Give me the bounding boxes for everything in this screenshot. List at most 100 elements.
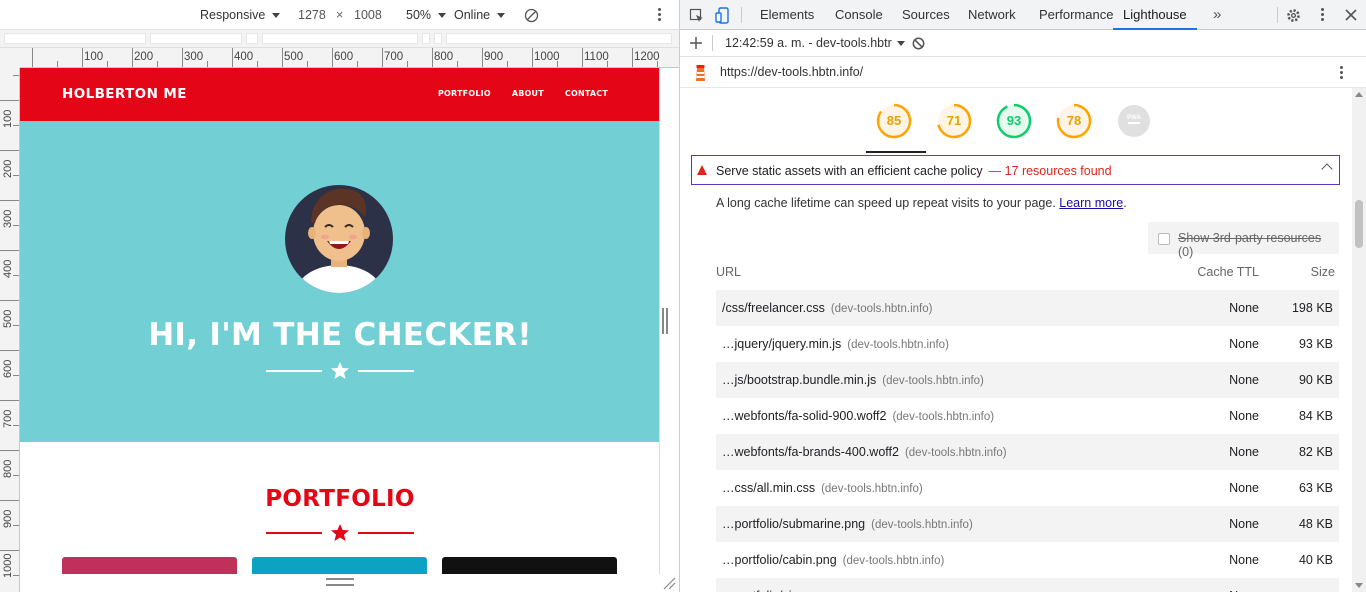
portfolio-card-cake[interactable]	[252, 557, 427, 574]
more-options-icon[interactable]	[658, 8, 662, 23]
third-party-checkbox[interactable]	[1158, 233, 1170, 245]
report-selector[interactable]: 12:42:59 a. m. - dev-tools.hbtr	[725, 36, 905, 50]
table-row: …css/all.min.css (dev-tools.hbtn.info) Non…	[716, 470, 1339, 506]
horizontal-ruler: 100 200 300 400 500 600 700 800 900 1000 1100 1200	[20, 48, 679, 68]
resize-handle-right[interactable]	[662, 308, 668, 334]
preset-tablet[interactable]	[262, 33, 418, 44]
resource-url[interactable]: …portfolio/submarine.png	[722, 517, 865, 531]
chevron-down-icon	[438, 12, 447, 18]
throttle-select[interactable]: Online	[454, 8, 506, 22]
site-navbar: HOLBERTON ME PORTFOLIO ABOUT CONTACT	[20, 68, 659, 121]
preset-mobile-m[interactable]	[150, 33, 242, 44]
report-menu-icon[interactable]	[1340, 66, 1344, 81]
ruler-label: 500	[2, 309, 14, 328]
clear-icon[interactable]	[912, 37, 925, 50]
preset-mobile-l[interactable]	[246, 33, 258, 44]
more-options-icon[interactable]	[1321, 8, 1325, 23]
resource-host: (dev-tools.hbtn.info)	[892, 411, 995, 423]
device-select[interactable]: Responsive	[200, 8, 281, 22]
portfolio-card-circus[interactable]	[442, 557, 617, 574]
resource-host: (dev-tools.hbtn.info)	[904, 447, 1007, 459]
ruler-tick	[0, 550, 19, 551]
table-row: …portfolio/circus.pngNone	[716, 578, 1339, 592]
scroll-up-icon[interactable]	[1355, 92, 1363, 97]
ruler-tick	[0, 250, 19, 251]
report-scrollbar[interactable]	[1352, 88, 1366, 592]
resource-url[interactable]: /css/freelancer.css	[722, 301, 825, 315]
ruler-tick	[282, 48, 283, 67]
ruler-label: 500	[284, 51, 304, 63]
ruler-label: 300	[2, 209, 14, 228]
tab-console[interactable]: Console	[835, 0, 883, 30]
score-gauge[interactable]: 78	[1056, 103, 1092, 139]
gear-icon[interactable]	[1286, 8, 1301, 23]
audit-description: A long cache lifetime can speed up repea…	[716, 196, 1127, 210]
score-gauge[interactable]: 93	[996, 103, 1032, 139]
height-input[interactable]: 1008	[354, 8, 382, 22]
zoom-select[interactable]: 50%	[406, 8, 447, 22]
ruler-tick	[432, 48, 433, 67]
resource-url[interactable]: …portfolio/cabin.png	[722, 553, 837, 567]
resource-url[interactable]: …jquery/jquery.min.js	[722, 337, 841, 351]
nav-link-portfolio[interactable]: PORTFOLIO	[438, 89, 491, 98]
tab-network[interactable]: Network	[968, 0, 1016, 30]
audit-header[interactable]: Serve static assets with an efficient ca…	[691, 155, 1340, 185]
tab-sources[interactable]: Sources	[902, 0, 950, 30]
close-icon[interactable]	[1345, 9, 1357, 21]
report-url[interactable]: https://dev-tools.hbtn.info/	[720, 65, 863, 79]
add-icon[interactable]	[690, 37, 702, 49]
lighthouse-report: 85 71 93 78 PWA Serve static assets with an …	[680, 88, 1352, 592]
device-presets-bar[interactable]	[0, 30, 679, 48]
site-brand[interactable]: HOLBERTON ME	[62, 86, 187, 102]
portfolio-card-cabin[interactable]	[62, 557, 237, 574]
resource-cache-ttl: None	[1229, 445, 1259, 459]
resource-cache-ttl: None	[1229, 409, 1259, 423]
preset-laptop-l[interactable]	[434, 33, 442, 44]
resource-size: 48 KB	[1298, 517, 1333, 531]
ruler-label: 200	[134, 51, 154, 63]
nav-link-contact[interactable]: CONTACT	[565, 89, 608, 98]
preset-laptop[interactable]	[422, 33, 430, 44]
ruler-label: 1100	[584, 51, 609, 63]
ruler-tick	[632, 48, 633, 67]
resource-url[interactable]: …webfonts/fa-brands-400.woff2	[722, 445, 899, 459]
device-toggle-icon[interactable]	[715, 7, 730, 24]
width-input[interactable]: 1278	[298, 8, 326, 22]
more-tabs-icon[interactable]: »	[1213, 6, 1221, 23]
score-gauges: 85 71 93 78 PWA	[876, 103, 1152, 139]
third-party-filter[interactable]: Show 3rd-party resources (0)	[1148, 222, 1339, 259]
ruler-tick	[132, 48, 133, 67]
times-sign: ×	[336, 8, 344, 22]
resource-size: 40 KB	[1298, 553, 1333, 567]
scroll-down-icon[interactable]	[1355, 583, 1363, 588]
ruler-label: 1200	[634, 51, 660, 63]
active-gauge-indicator	[866, 151, 926, 153]
gauge-value: PWA	[1127, 115, 1141, 121]
resource-cache-ttl: None	[1229, 337, 1259, 351]
tab-performance[interactable]: Performance	[1039, 0, 1113, 30]
scrollbar-thumb[interactable]	[1355, 200, 1363, 248]
score-gauge[interactable]: 85	[876, 103, 912, 139]
resize-corner-icon[interactable]	[662, 576, 676, 590]
preset-mobile-s[interactable]	[4, 33, 146, 44]
ruler-tick	[232, 48, 233, 67]
learn-more-link[interactable]: Learn more	[1059, 196, 1123, 210]
resource-url[interactable]: …css/all.min.css	[722, 481, 815, 495]
score-gauge[interactable]: 71	[936, 103, 972, 139]
resource-url[interactable]: …js/bootstrap.bundle.min.js	[722, 373, 876, 387]
tab-elements[interactable]: Elements	[760, 0, 814, 30]
vertical-ruler: 100 200 300 400 500 600 700 800 900 1000	[0, 68, 20, 592]
rotate-icon[interactable]	[524, 8, 539, 23]
tab-lighthouse[interactable]: Lighthouse	[1113, 0, 1197, 30]
nav-link-about[interactable]: ABOUT	[512, 89, 544, 98]
ruler-label: 100	[84, 51, 104, 63]
resource-url[interactable]: …webfonts/fa-solid-900.woff2	[722, 409, 886, 423]
preset-4k[interactable]	[446, 33, 672, 44]
score-gauge[interactable]: PWA	[1116, 103, 1152, 139]
inspect-element-icon[interactable]	[689, 8, 704, 23]
resource-cache-ttl: None	[1229, 481, 1259, 495]
resize-handle-bottom[interactable]	[326, 578, 354, 586]
resource-host: (dev-tools.hbtn.info)	[821, 483, 923, 495]
table-row: …portfolio/cabin.png (dev-tools.hbtn.info…	[716, 542, 1339, 578]
ruler-label: 400	[234, 51, 254, 63]
